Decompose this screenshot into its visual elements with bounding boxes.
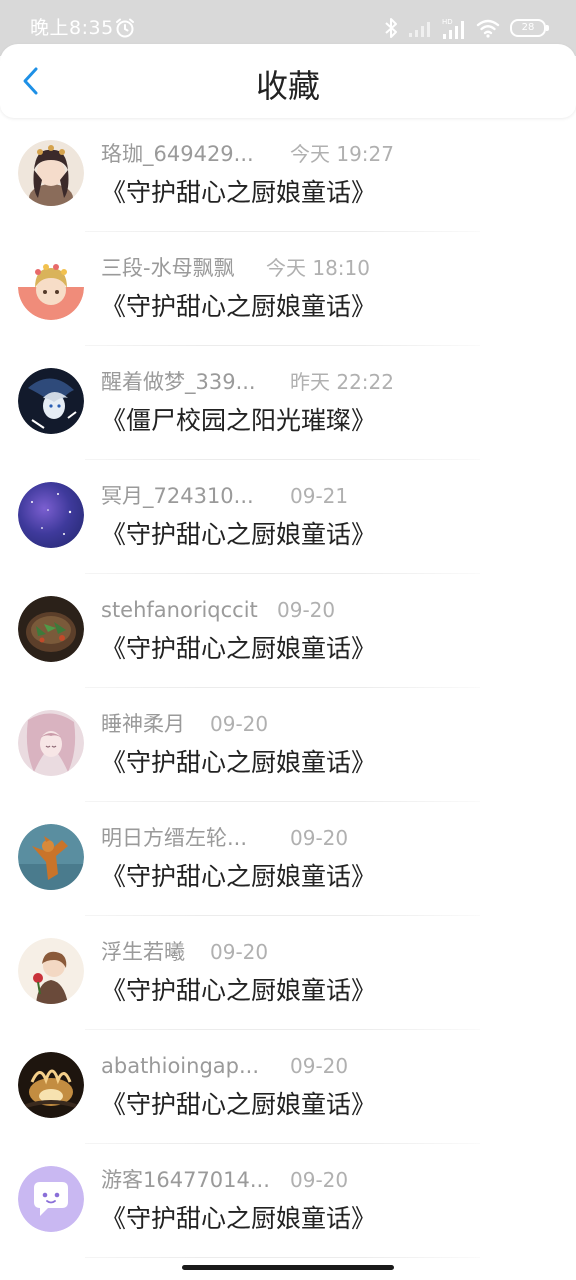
svg-text:HD: HD — [442, 18, 453, 26]
book-title: 《僵尸校园之阳光璀璨》 — [101, 406, 377, 435]
favorite-item[interactable]: abathioingap... 09-20 《守护甜心之厨娘童话》 — [0, 1030, 576, 1144]
book-title: 《守护甜心之厨娘童话》 — [101, 1204, 377, 1233]
timestamp: 今天 18:10 — [266, 256, 370, 280]
alarm-icon — [116, 18, 134, 38]
avatar[interactable] — [18, 596, 84, 662]
signal-icon — [409, 22, 430, 37]
timestamp: 今天 19:27 — [290, 142, 394, 166]
book-title: 《守护甜心之厨娘童话》 — [101, 520, 377, 549]
avatar[interactable] — [18, 1166, 84, 1232]
username: abathioingap... — [101, 1054, 259, 1078]
guest-chat-icon — [18, 1166, 84, 1232]
avatar[interactable] — [18, 368, 84, 434]
avatar[interactable] — [18, 140, 84, 206]
timestamp: 09-20 — [277, 598, 336, 622]
favorite-item[interactable]: 醒着做梦_339... 昨天 22:22 《僵尸校园之阳光璀璨》 — [0, 346, 576, 460]
chevron-left-icon — [23, 67, 38, 95]
avatar[interactable] — [18, 710, 84, 776]
username: 睡神柔月 — [101, 712, 185, 736]
favorite-item[interactable]: 睡神柔月 09-20 《守护甜心之厨娘童话》 — [0, 688, 576, 802]
book-title: 《守护甜心之厨娘童话》 — [101, 634, 377, 663]
book-title: 《守护甜心之厨娘童话》 — [101, 748, 377, 777]
username: 浮生若曦 — [101, 940, 185, 964]
page-title: 收藏 — [255, 67, 320, 105]
timestamp: 09-20 — [290, 1168, 349, 1192]
avatar[interactable] — [18, 482, 84, 548]
favorite-item[interactable]: 明日方缙左轮... 09-20 《守护甜心之厨娘童话》 — [0, 802, 576, 916]
username: 三段-水母飘飘 — [101, 256, 235, 280]
book-title: 《守护甜心之厨娘童话》 — [101, 292, 377, 321]
favorite-item[interactable]: 冥月_724310... 09-21 《守护甜心之厨娘童话》 — [0, 460, 576, 574]
timestamp: 09-20 — [210, 712, 269, 736]
book-title: 《守护甜心之厨娘童话》 — [101, 178, 377, 207]
username: stehfanoriqccit — [101, 598, 258, 622]
timestamp: 09-20 — [210, 940, 269, 964]
favorite-item[interactable]: 游客16477014... 09-20 《守护甜心之厨娘童话》 — [0, 1144, 576, 1258]
timestamp: 09-20 — [290, 826, 349, 850]
favorites-list: 珞珈_649429... 今天 19:27 《守护甜心之厨娘童话》 三段-水母飘… — [0, 118, 576, 1258]
wifi-icon — [476, 19, 500, 38]
home-indicator[interactable] — [182, 1265, 394, 1270]
timestamp: 昨天 22:22 — [290, 370, 394, 394]
avatar[interactable] — [18, 824, 84, 890]
signal-hd-icon: HD — [442, 18, 464, 39]
bluetooth-icon — [385, 18, 397, 38]
divider — [85, 1257, 480, 1258]
favorite-item[interactable]: stehfanoriqccit 09-20 《守护甜心之厨娘童话》 — [0, 574, 576, 688]
book-title: 《守护甜心之厨娘童话》 — [101, 976, 377, 1005]
username: 游客16477014... — [101, 1168, 270, 1192]
username: 醒着做梦_339... — [101, 370, 256, 394]
header: 收藏 — [0, 44, 576, 118]
avatar[interactable] — [18, 938, 84, 1004]
battery-icon: 28 — [510, 19, 549, 37]
timestamp: 09-20 — [290, 1054, 349, 1078]
avatar[interactable] — [18, 1052, 84, 1118]
avatar[interactable] — [18, 254, 84, 320]
timestamp: 09-21 — [290, 484, 349, 508]
book-title: 《守护甜心之厨娘童话》 — [101, 1090, 377, 1119]
favorite-item[interactable]: 三段-水母飘飘 今天 18:10 《守护甜心之厨娘童话》 — [0, 232, 576, 346]
battery-level: 28 — [521, 22, 535, 33]
favorite-item[interactable]: 浮生若曦 09-20 《守护甜心之厨娘童话》 — [0, 916, 576, 1030]
back-button[interactable] — [14, 64, 48, 98]
status-icons: HD 28 — [384, 14, 549, 42]
favorite-item[interactable]: 珞珈_649429... 今天 19:27 《守护甜心之厨娘童话》 — [0, 118, 576, 232]
username: 珞珈_649429... — [101, 142, 254, 166]
username: 明日方缙左轮... — [101, 826, 248, 850]
username: 冥月_724310... — [101, 484, 254, 508]
book-title: 《守护甜心之厨娘童话》 — [101, 862, 377, 891]
status-time: 晚上8:35 — [30, 17, 114, 39]
